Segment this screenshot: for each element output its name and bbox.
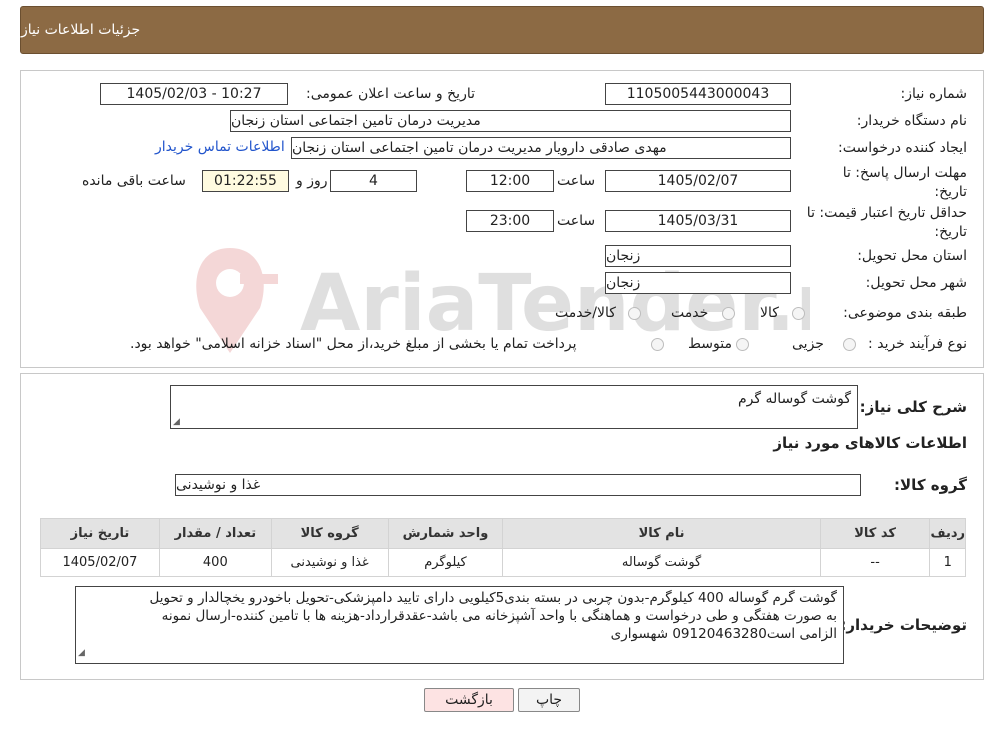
buyer-notes-label: توضیحات خریدار: [840, 616, 967, 634]
category-option-goods-service: کالا/خدمت [555, 305, 616, 321]
remaining-time-field: 01:22:55 [202, 170, 289, 192]
province-label: استان محل تحویل: [857, 248, 967, 264]
deadline-time-label: ساعت [557, 173, 596, 189]
category-radio-goods-service[interactable] [628, 307, 641, 320]
process-radio-medium[interactable] [736, 338, 749, 351]
category-radio-goods[interactable] [792, 307, 805, 320]
buyer-notes-line-3: الزامی است09120463280 شهسواری [610, 626, 837, 642]
items-section-title: اطلاعات کالاهای مورد نیاز [773, 434, 967, 452]
validity-time-field: 23:00 [466, 210, 554, 232]
process-label: نوع فرآیند خرید : [868, 336, 967, 352]
process-radio-treasury[interactable] [651, 338, 664, 351]
col-header-unit: واحد شمارش [387, 518, 504, 549]
col-header-row-number: ردیف [929, 518, 966, 549]
table-row[interactable]: 1 -- گوشت گوساله کیلوگرم غذا و نوشیدنی 4… [40, 548, 966, 577]
col-header-name: نام کالا [502, 518, 821, 549]
days-label: روز و [296, 173, 328, 189]
col-header-date: تاریخ نیاز [40, 518, 160, 549]
process-note: پرداخت تمام یا بخشی از مبلغ خرید،از محل … [130, 336, 577, 352]
deadline-label: مهلت ارسال پاسخ: تا [842, 165, 967, 181]
page-header: جزئیات اطلاعات نیاز [20, 6, 984, 54]
need-number-field: 1105005443000043 [605, 83, 791, 105]
cell-row-number: 1 [929, 548, 966, 577]
category-label: طبقه بندی موضوعی: [843, 305, 967, 321]
col-header-quantity: تعداد / مقدار [158, 518, 272, 549]
validity-label: حداقل تاریخ اعتبار قیمت: تا [806, 205, 967, 221]
validity-time-label: ساعت [557, 213, 596, 229]
process-radio-minor[interactable] [843, 338, 856, 351]
cell-unit: کیلوگرم [387, 548, 504, 577]
deadline-date-field: 1405/02/07 [605, 170, 791, 192]
days-field: 4 [330, 170, 417, 192]
goods-group-field: غذا و نوشیدنی [175, 474, 861, 496]
announce-label: تاریخ و ساعت اعلان عمومی: [306, 86, 475, 102]
items-table: ردیف کد کالا نام کالا واحد شمارش گروه کا… [40, 518, 966, 577]
print-button[interactable]: چاپ [518, 688, 580, 712]
cell-quantity: 400 [158, 548, 272, 577]
announce-field: 1405/02/03 - 10:27 [100, 83, 288, 105]
buyer-org-field: مدیریت درمان تامین اجتماعی استان زنجان [230, 110, 791, 132]
city-label: شهر محل تحویل: [865, 275, 967, 291]
goods-group-label: گروه کالا: [894, 476, 967, 494]
buyer-org-label: نام دستگاه خریدار: [856, 113, 967, 129]
table-header-row: ردیف کد کالا نام کالا واحد شمارش گروه کا… [40, 518, 966, 549]
need-description-label: شرح کلی نیاز: [859, 398, 967, 416]
buyer-contact-link[interactable]: اطلاعات تماس خریدار [155, 139, 285, 155]
requester-field: مهدی صادقی دارویار مدیریت درمان تامین اج… [291, 137, 791, 159]
city-field: زنجان [605, 272, 791, 294]
cell-name: گوشت گوساله [502, 548, 821, 577]
requester-label: ایجاد کننده درخواست: [838, 140, 967, 156]
cell-group: غذا و نوشیدنی [270, 548, 389, 577]
deadline-label-2: تاریخ: [934, 184, 967, 200]
need-number-label: شماره نیاز: [900, 86, 968, 102]
col-header-code: کد کالا [819, 518, 931, 549]
cell-code: -- [819, 548, 931, 577]
col-header-group: گروه کالا [270, 518, 389, 549]
validity-date-field: 1405/03/31 [605, 210, 791, 232]
buyer-notes-line-1: گوشت گرم گوساله 400 کیلوگرم-بدون چربی در… [149, 590, 837, 606]
category-option-service: خدمت [671, 305, 709, 321]
process-option-medium: متوسط [688, 336, 732, 352]
buyer-notes-line-2: به صورت هفتگی و طی درخواست و هماهنگی با … [161, 608, 837, 624]
process-option-minor: جزیی [792, 336, 824, 352]
resize-handle-icon: ◢ [78, 648, 85, 658]
need-description-text: گوشت گوساله گرم [738, 391, 851, 407]
need-description-field: گوشت گوساله گرم ◢ [170, 385, 858, 429]
resize-handle-icon: ◢ [173, 417, 180, 427]
page-title: جزئیات اطلاعات نیاز [21, 22, 141, 38]
cell-date: 1405/02/07 [40, 548, 160, 577]
remaining-label: ساعت باقی مانده [82, 173, 186, 189]
deadline-time-field: 12:00 [466, 170, 554, 192]
category-radio-service[interactable] [722, 307, 735, 320]
buyer-notes-field: گوشت گرم گوساله 400 کیلوگرم-بدون چربی در… [75, 586, 844, 664]
validity-label-2: تاریخ: [934, 224, 967, 240]
category-option-goods: کالا [760, 305, 779, 321]
province-field: زنجان [605, 245, 791, 267]
back-button[interactable]: بازگشت [424, 688, 514, 712]
